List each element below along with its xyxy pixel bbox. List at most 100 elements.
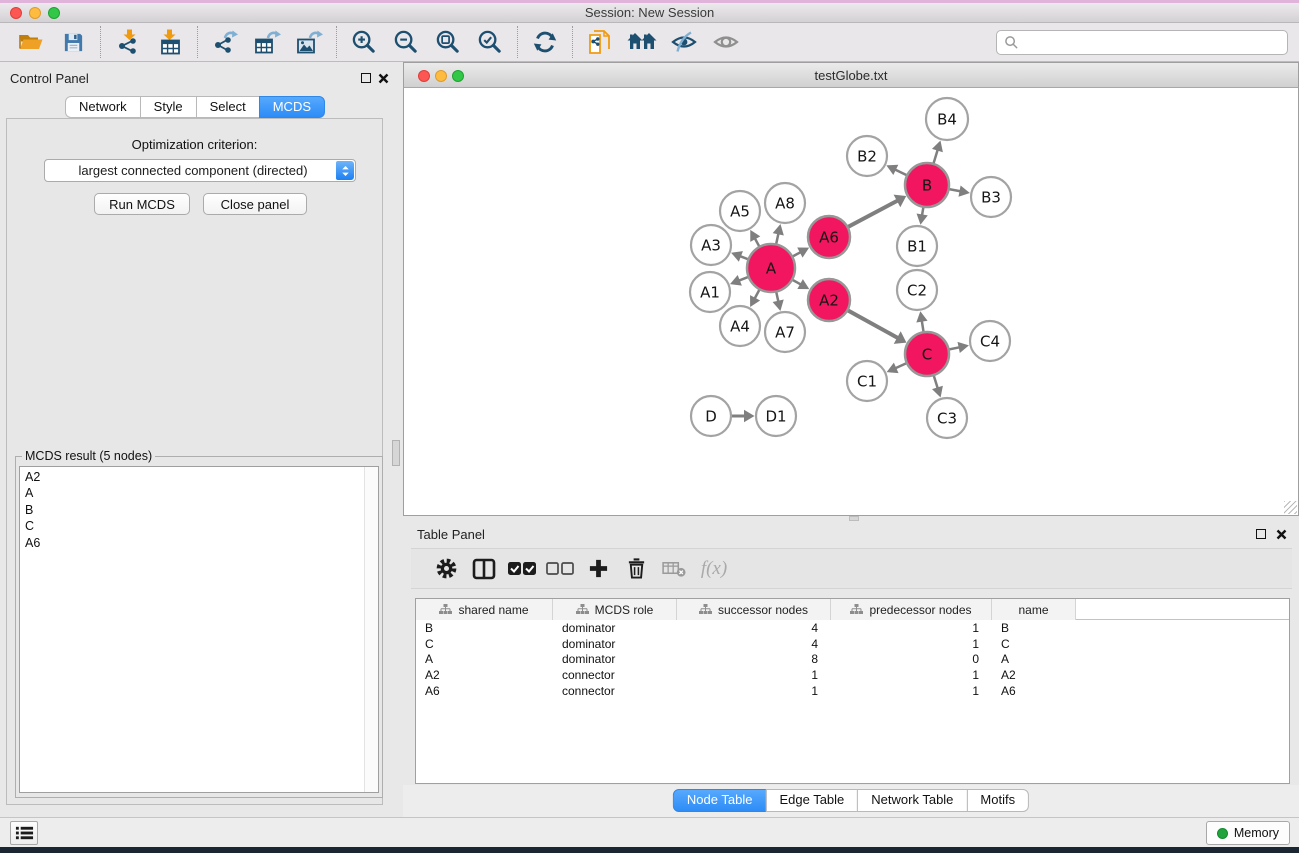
vertical-split-divider[interactable]: [390, 62, 403, 817]
task-history-button[interactable]: [10, 821, 38, 845]
mcds-tab-content: Optimization criterion: largest connecte…: [6, 118, 383, 805]
zoom-selected-icon: [476, 29, 505, 56]
show-details-eye-icon: [713, 32, 739, 52]
mcds-result-title: MCDS result (5 nodes): [22, 449, 155, 463]
zoom-out-icon: [392, 29, 421, 56]
run-mcds-button[interactable]: Run MCDS: [94, 193, 190, 215]
result-item[interactable]: A6: [25, 535, 373, 551]
deselect-all-button[interactable]: [541, 552, 579, 586]
table-row[interactable]: A6connector11A6: [416, 683, 1289, 699]
cell-name: A6: [992, 684, 1076, 698]
function-builder-button[interactable]: f(x): [693, 552, 731, 586]
tab-select[interactable]: Select: [196, 96, 260, 118]
open-session-button[interactable]: [10, 26, 52, 58]
zoom-fit-button[interactable]: [427, 26, 469, 58]
table-row[interactable]: Adominator80A: [416, 652, 1289, 668]
export-network-button[interactable]: [204, 26, 246, 58]
graph-node-label: B3: [981, 188, 1001, 206]
tab-edge-table[interactable]: Edge Table: [765, 789, 858, 812]
tab-node-table[interactable]: Node Table: [673, 789, 767, 812]
export-table-button[interactable]: [246, 26, 288, 58]
tab-mcds[interactable]: MCDS: [259, 96, 325, 118]
optimization-criterion-dropdown[interactable]: largest connected component (directed): [44, 159, 356, 182]
network-graph[interactable]: B4B2BB3A5A8A6A3B1AC2A1A2A4A7C4CC1C3DD1: [404, 88, 1298, 515]
close-panel-icon[interactable]: [378, 73, 389, 84]
mcds-result-listbox[interactable]: A2ABCA6: [19, 466, 379, 793]
search-input[interactable]: [1024, 35, 1287, 50]
toggle-column-button[interactable]: [465, 552, 503, 586]
search-field[interactable]: [996, 30, 1288, 55]
close-panel-icon[interactable]: [1276, 529, 1287, 540]
delete-table-button[interactable]: [655, 552, 693, 586]
column-header-mcds-role[interactable]: MCDS role: [553, 599, 677, 620]
open-folder-icon: [18, 30, 44, 54]
list-icon: [15, 825, 34, 841]
table-row[interactable]: Bdominator41B: [416, 620, 1289, 636]
edge-arrowhead: [744, 410, 755, 422]
table-row[interactable]: Cdominator41C: [416, 636, 1289, 652]
result-item[interactable]: C: [25, 518, 373, 534]
home-button[interactable]: [621, 26, 663, 58]
refresh-view-button[interactable]: [524, 26, 566, 58]
cell-successor-nodes: 1: [677, 684, 831, 698]
table-panel-title: Table Panel: [417, 527, 485, 542]
tab-network-table[interactable]: Network Table: [857, 789, 967, 812]
edge-arrowhead: [932, 141, 943, 153]
show-graphics-details-button[interactable]: [705, 26, 747, 58]
tab-motifs[interactable]: Motifs: [966, 789, 1029, 812]
delete-table-icon: [662, 559, 687, 578]
result-item[interactable]: A: [25, 485, 373, 501]
column-icon: [472, 558, 496, 580]
import-table-button[interactable]: [149, 26, 191, 58]
graph-node-label: A5: [730, 202, 750, 220]
column-header-predecessor-nodes[interactable]: predecessor nodes: [831, 599, 992, 620]
table-row[interactable]: A2connector11A2: [416, 667, 1289, 683]
divider-grip[interactable]: [392, 440, 400, 466]
close-panel-button[interactable]: Close panel: [203, 193, 307, 215]
edge-arrowhead: [958, 342, 969, 353]
zoom-out-button[interactable]: [385, 26, 427, 58]
desktop-edge: [0, 847, 1299, 853]
network-canvas[interactable]: B4B2BB3A5A8A6A3B1AC2A1A2A4A7C4CC1C3DD1: [403, 88, 1299, 516]
refresh-icon: [532, 29, 558, 55]
edge-arrowhead: [917, 213, 928, 224]
graph-node-label: B4: [937, 110, 957, 128]
zoom-selected-button[interactable]: [469, 26, 511, 58]
cell-shared-name: A6: [416, 684, 553, 698]
cell-mcds-role: dominator: [553, 621, 677, 635]
edge-arrowhead: [958, 186, 969, 197]
save-session-button[interactable]: [52, 26, 94, 58]
hide-graphics-details-button[interactable]: [663, 26, 705, 58]
network-window-titlebar[interactable]: testGlobe.txt: [403, 62, 1299, 88]
window-resize-handle[interactable]: [1284, 501, 1297, 514]
edge-A6-B: [845, 200, 898, 228]
memory-button[interactable]: Memory: [1206, 821, 1290, 845]
add-entry-button[interactable]: [579, 552, 617, 586]
result-item[interactable]: A2: [25, 469, 373, 485]
new-network-from-selection-button[interactable]: [579, 26, 621, 58]
graph-node-label: B1: [907, 237, 927, 255]
float-panel-icon[interactable]: [361, 73, 371, 83]
select-all-button[interactable]: [503, 552, 541, 586]
zoom-in-button[interactable]: [343, 26, 385, 58]
float-panel-icon[interactable]: [1256, 529, 1266, 539]
divider-grip[interactable]: [849, 516, 859, 521]
graph-node-label: B2: [857, 147, 877, 165]
export-image-button[interactable]: [288, 26, 330, 58]
delete-entry-button[interactable]: [617, 552, 655, 586]
column-header-successor-nodes[interactable]: successor nodes: [677, 599, 831, 620]
toolbar-separator: [336, 26, 337, 58]
tab-network[interactable]: Network: [65, 96, 141, 118]
column-header-shared-name[interactable]: shared name: [416, 599, 553, 620]
table-settings-button[interactable]: [427, 552, 465, 586]
tree-icon: [439, 604, 452, 615]
result-scrollbar[interactable]: [364, 467, 378, 792]
import-network-button[interactable]: [107, 26, 149, 58]
tab-style[interactable]: Style: [140, 96, 197, 118]
control-panel-title: Control Panel: [10, 71, 89, 86]
cell-predecessor-nodes: 1: [831, 637, 992, 651]
trash-icon: [626, 557, 647, 580]
column-header-name[interactable]: name: [992, 599, 1076, 620]
graph-node-label: A2: [819, 291, 839, 309]
result-item[interactable]: B: [25, 502, 373, 518]
